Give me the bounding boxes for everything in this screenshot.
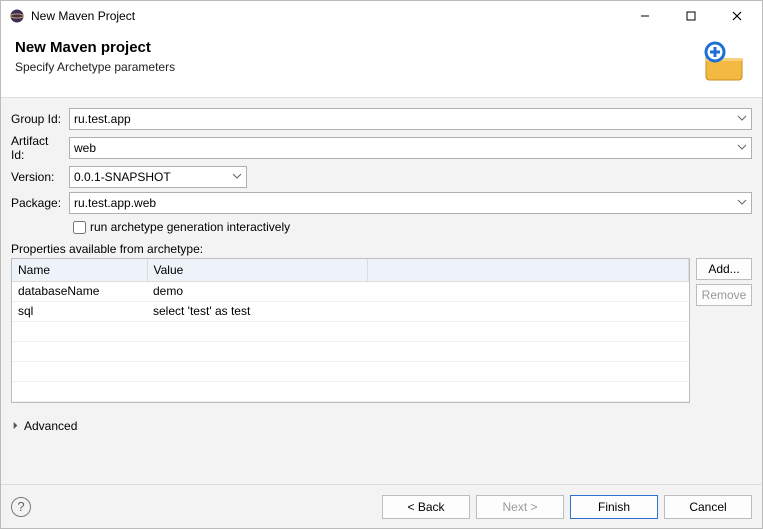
cell-value: select 'test' as test xyxy=(147,301,367,321)
cell-name: databaseName xyxy=(12,281,147,301)
window-title: New Maven Project xyxy=(31,9,622,23)
cell-name: sql xyxy=(12,301,147,321)
chevron-down-icon xyxy=(737,196,747,210)
eclipse-icon xyxy=(9,8,25,24)
package-label: Package: xyxy=(11,196,69,210)
group-id-value: ru.test.app xyxy=(74,112,131,126)
interactive-label: run archetype generation interactively xyxy=(90,220,290,234)
version-combo[interactable]: 0.0.1-SNAPSHOT xyxy=(69,166,247,188)
column-value[interactable]: Value xyxy=(147,259,367,281)
wizard-body: Group Id: ru.test.app Artifact Id: web V… xyxy=(1,98,762,484)
page-subtitle: Specify Archetype parameters xyxy=(15,60,700,74)
remove-button[interactable]: Remove xyxy=(696,284,752,306)
group-id-combo[interactable]: ru.test.app xyxy=(69,108,752,130)
chevron-right-icon xyxy=(11,419,20,433)
window-controls xyxy=(622,1,760,31)
properties-section-label: Properties available from archetype: xyxy=(11,242,752,256)
package-value: ru.test.app.web xyxy=(74,196,156,210)
table-row-empty: . xyxy=(12,381,689,401)
cancel-button[interactable]: Cancel xyxy=(664,495,752,519)
minimize-button[interactable] xyxy=(622,1,668,31)
back-button[interactable]: < Back xyxy=(382,495,470,519)
finish-button[interactable]: Finish xyxy=(570,495,658,519)
column-spacer xyxy=(367,259,689,281)
table-row-empty: . xyxy=(12,341,689,361)
page-title: New Maven project xyxy=(15,39,700,56)
chevron-down-icon xyxy=(232,170,242,184)
artifact-id-label: Artifact Id: xyxy=(11,134,69,162)
new-folder-icon xyxy=(700,39,748,87)
properties-table[interactable]: Name Value databaseName demo sql xyxy=(11,258,690,403)
column-name[interactable]: Name xyxy=(12,259,147,281)
wizard-footer: ? < Back Next > Finish Cancel xyxy=(1,484,762,528)
advanced-toggle[interactable]: Advanced xyxy=(11,419,752,433)
chevron-down-icon xyxy=(737,112,747,126)
table-row[interactable]: databaseName demo xyxy=(12,281,689,301)
version-value: 0.0.1-SNAPSHOT xyxy=(74,170,171,184)
interactive-checkbox[interactable] xyxy=(73,221,86,234)
package-combo[interactable]: ru.test.app.web xyxy=(69,192,752,214)
artifact-id-value: web xyxy=(74,141,96,155)
help-button[interactable]: ? xyxy=(11,497,31,517)
version-label: Version: xyxy=(11,170,69,184)
table-row-empty: . xyxy=(12,361,689,381)
next-button[interactable]: Next > xyxy=(476,495,564,519)
advanced-label: Advanced xyxy=(24,419,77,433)
chevron-down-icon xyxy=(737,141,747,155)
cell-value: demo xyxy=(147,281,367,301)
maximize-button[interactable] xyxy=(668,1,714,31)
titlebar: New Maven Project xyxy=(1,1,762,31)
wizard-header: New Maven project Specify Archetype para… xyxy=(1,31,762,98)
table-row[interactable]: sql select 'test' as test xyxy=(12,301,689,321)
table-row-empty: . xyxy=(12,321,689,341)
artifact-id-combo[interactable]: web xyxy=(69,137,752,159)
close-button[interactable] xyxy=(714,1,760,31)
wizard-window: New Maven Project New Maven project Spec… xyxy=(0,0,763,529)
group-id-label: Group Id: xyxy=(11,112,69,126)
add-button[interactable]: Add... xyxy=(696,258,752,280)
